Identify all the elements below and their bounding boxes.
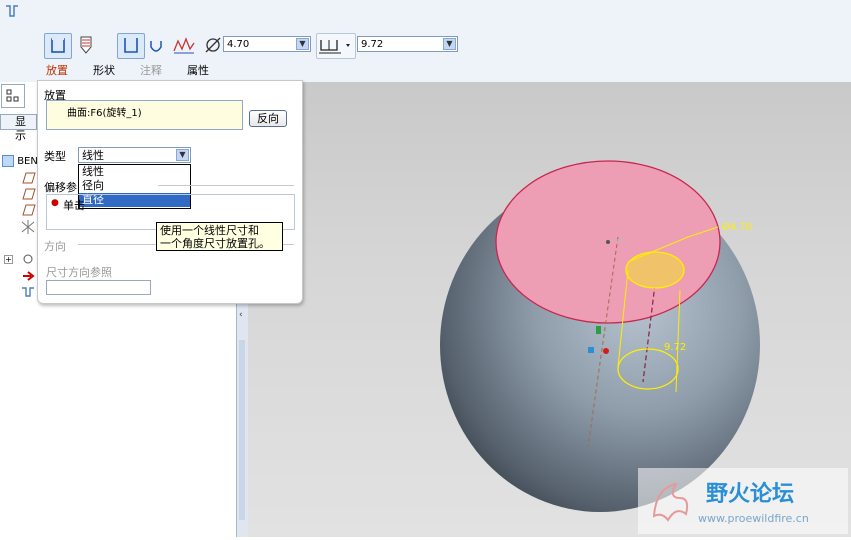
- hole-preview-top: [625, 251, 685, 289]
- depth-dimension-label[interactable]: 9.72: [664, 342, 686, 353]
- sketch-profile-icon[interactable]: [172, 33, 196, 57]
- show-menu-button[interactable]: 显示: [0, 114, 37, 142]
- depth-option-button[interactable]: [316, 33, 356, 59]
- diameter-icon: [204, 36, 222, 54]
- diameter-value: 4.70: [227, 39, 250, 50]
- direction-label: 方向: [44, 240, 66, 253]
- simple-hole-button[interactable]: [44, 33, 72, 59]
- dim-direction-ref-label: 尺寸方向参照: [46, 266, 112, 279]
- required-dot-icon: ●: [51, 198, 59, 208]
- tree-root-label: BEN: [17, 156, 38, 167]
- depth-input[interactable]: 9.72 ▼: [357, 36, 458, 52]
- dim-direction-ref-field[interactable]: [46, 280, 151, 295]
- forum-watermark: 野火论坛 www.proewildfire.cn: [638, 468, 848, 534]
- tree-view-button[interactable]: [1, 84, 25, 108]
- offset-refs-item: 单击: [63, 199, 85, 212]
- standard-hole-icon[interactable]: [76, 33, 96, 57]
- type-option-radial[interactable]: 径向: [79, 179, 190, 193]
- surface-reference-value: 曲面:F6(旋转_1): [67, 108, 142, 119]
- type-select[interactable]: 线性 ▼: [78, 147, 191, 163]
- chevron-down-icon[interactable]: ▼: [443, 38, 456, 50]
- expand-icon[interactable]: +: [4, 255, 13, 264]
- top-left-icon: [4, 4, 20, 22]
- flip-button-label: 反向: [257, 112, 279, 125]
- tab-properties[interactable]: 属性: [187, 62, 209, 78]
- tab-shape[interactable]: 形状: [93, 62, 115, 78]
- predefined-profile-button[interactable]: [117, 33, 145, 59]
- watermark-url: www.proewildfire.cn: [698, 512, 809, 525]
- revolve-icon[interactable]: [20, 253, 36, 265]
- tree-root[interactable]: BEN: [2, 155, 38, 169]
- collapse-left-icon[interactable]: ‹: [239, 310, 243, 320]
- offset-refs-label: 偏移参: [44, 181, 77, 194]
- tab-notes[interactable]: 注释: [140, 62, 162, 78]
- watermark-title: 野火论坛: [706, 482, 795, 507]
- diameter-input[interactable]: 4.70 ▼: [223, 36, 311, 52]
- diameter-dimension-label[interactable]: Ø4.70: [722, 222, 752, 233]
- type-selected-value: 线性: [82, 149, 104, 162]
- depth-value: 9.72: [361, 39, 384, 50]
- type-option-linear[interactable]: 线性: [79, 165, 190, 179]
- datum-plane-icon[interactable]: [22, 172, 36, 184]
- datum-plane-icon[interactable]: [22, 188, 36, 200]
- surface-reference-field[interactable]: 曲面:F6(旋转_1): [46, 100, 243, 130]
- type-label: 类型: [44, 150, 66, 163]
- part-icon: [2, 155, 14, 167]
- placement-panel: 放置 曲面:F6(旋转_1) 反向 类型 线性 ▼ 线性 径向 直径 偏移参 ●…: [37, 80, 303, 304]
- chevron-down-icon[interactable]: ▼: [176, 149, 189, 161]
- type-tooltip: 使用一个线性尺寸和 一个角度尺寸放置孔。: [156, 222, 283, 251]
- show-label: 显示: [15, 115, 26, 142]
- phoenix-logo-icon: [652, 482, 689, 522]
- graphics-window[interactable]: Ø4.70 9.72 野火论坛 www.proewildfire.cn: [248, 82, 851, 537]
- chevron-down-icon[interactable]: ▼: [296, 38, 309, 50]
- dashboard-toolbar: 4.70 ▼ 9.72 ▼ 放置 形状 注释 属性: [0, 0, 851, 83]
- coordinate-system-icon[interactable]: [20, 220, 36, 234]
- tooltip-line-2: 一个角度尺寸放置孔。: [160, 237, 270, 250]
- insert-here-icon[interactable]: [22, 270, 36, 282]
- separator: [158, 185, 294, 186]
- datum-plane-icon[interactable]: [22, 204, 36, 216]
- countersink-icon[interactable]: [146, 33, 166, 57]
- tab-placement[interactable]: 放置: [46, 62, 68, 78]
- flip-button[interactable]: 反向: [249, 110, 287, 127]
- tooltip-line-1: 使用一个线性尺寸和: [160, 224, 259, 237]
- splitter-bar[interactable]: [239, 340, 245, 520]
- hole-feature-icon[interactable]: [20, 286, 36, 298]
